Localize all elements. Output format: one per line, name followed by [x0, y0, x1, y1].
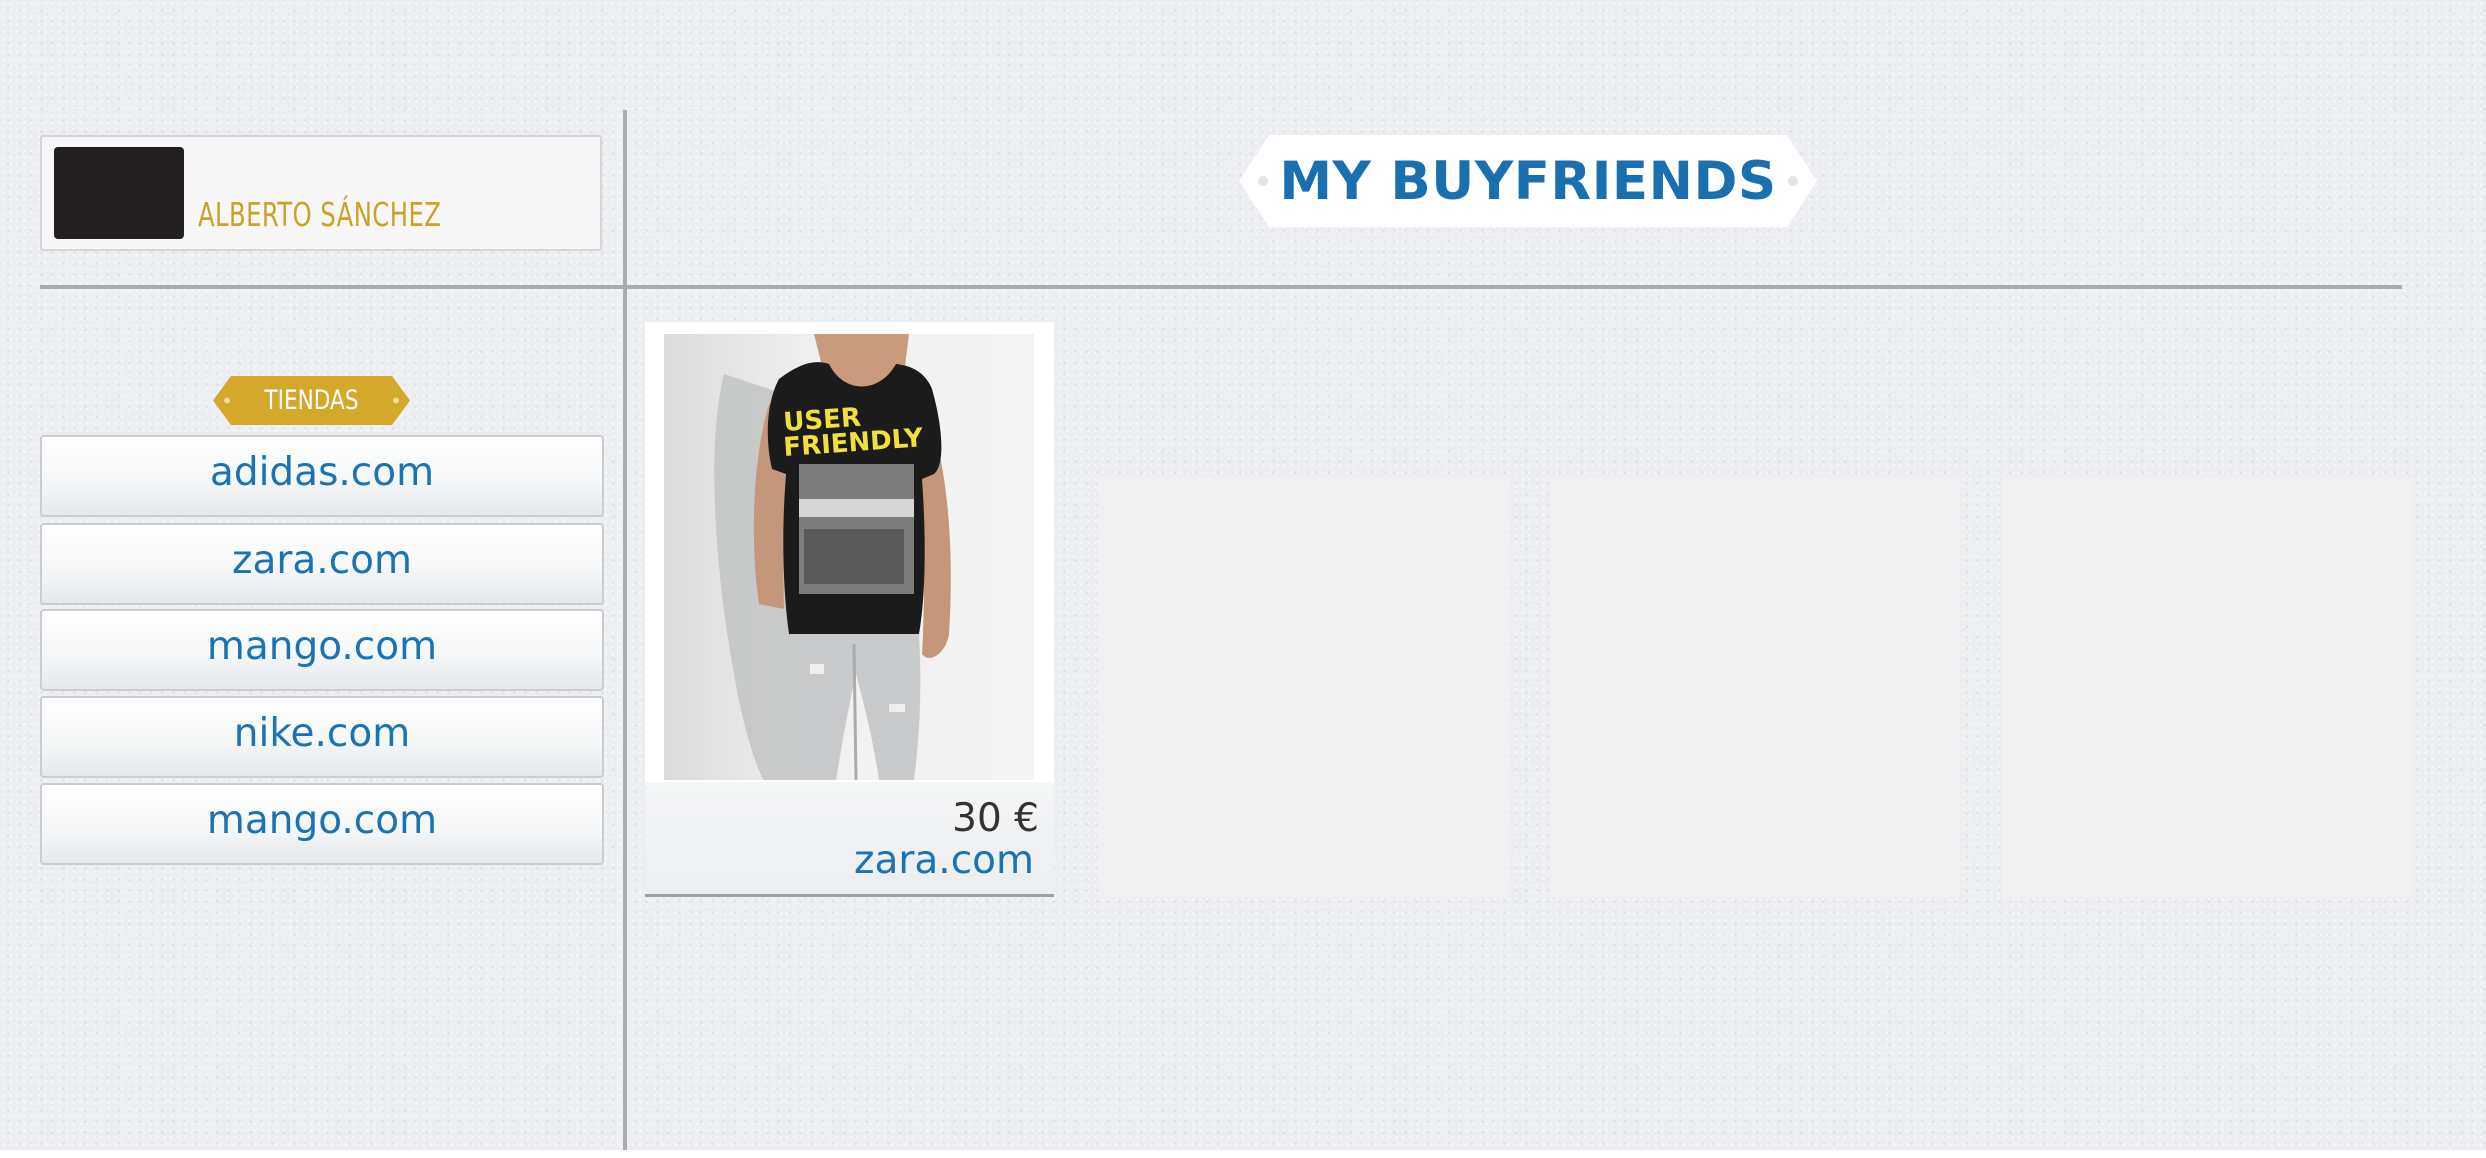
store-label: mango.com [206, 623, 438, 669]
product-price: 30 € [952, 796, 1039, 841]
product-info: 30 € zara.com [645, 782, 1054, 897]
store-button-adidas[interactable]: adidas.com [40, 435, 604, 517]
product-image[interactable]: USER FRIENDLY [664, 334, 1034, 780]
store-label: mango.com [206, 797, 438, 843]
page-title: MY BUYFRIENDS [1279, 150, 1777, 212]
store-button-mango-2[interactable]: mango.com [40, 783, 604, 865]
product-image-frame: USER FRIENDLY [645, 322, 1054, 782]
store-button-nike[interactable]: nike.com [40, 696, 604, 778]
stores-section-label: TIENDAS [213, 376, 410, 425]
product-card[interactable]: USER FRIENDLY 30 € zara.com [645, 322, 1054, 897]
store-label: zara.com [232, 537, 412, 583]
product-placeholder [1550, 477, 1960, 897]
profile-card[interactable]: ALBERTO SÁNCHEZ [40, 135, 602, 251]
product-placeholder [1098, 477, 1508, 897]
page-bottom-strip [0, 1150, 2486, 1158]
store-button-mango[interactable]: mango.com [40, 609, 604, 691]
horizontal-divider [40, 285, 2402, 289]
vertical-divider [623, 110, 627, 1150]
page-title-banner: MY BUYFRIENDS [1239, 135, 1817, 227]
store-label: nike.com [233, 710, 411, 756]
store-label: adidas.com [209, 449, 435, 495]
t-shirt-model-illustration: USER FRIENDLY [714, 334, 951, 780]
profile-name: ALBERTO SÁNCHEZ [198, 195, 442, 234]
product-placeholder [2002, 477, 2412, 897]
store-button-zara[interactable]: zara.com [40, 523, 604, 605]
avatar[interactable] [54, 147, 184, 239]
product-store-link[interactable]: zara.com [854, 838, 1034, 883]
stores-section-title: TIENDAS [264, 385, 359, 416]
